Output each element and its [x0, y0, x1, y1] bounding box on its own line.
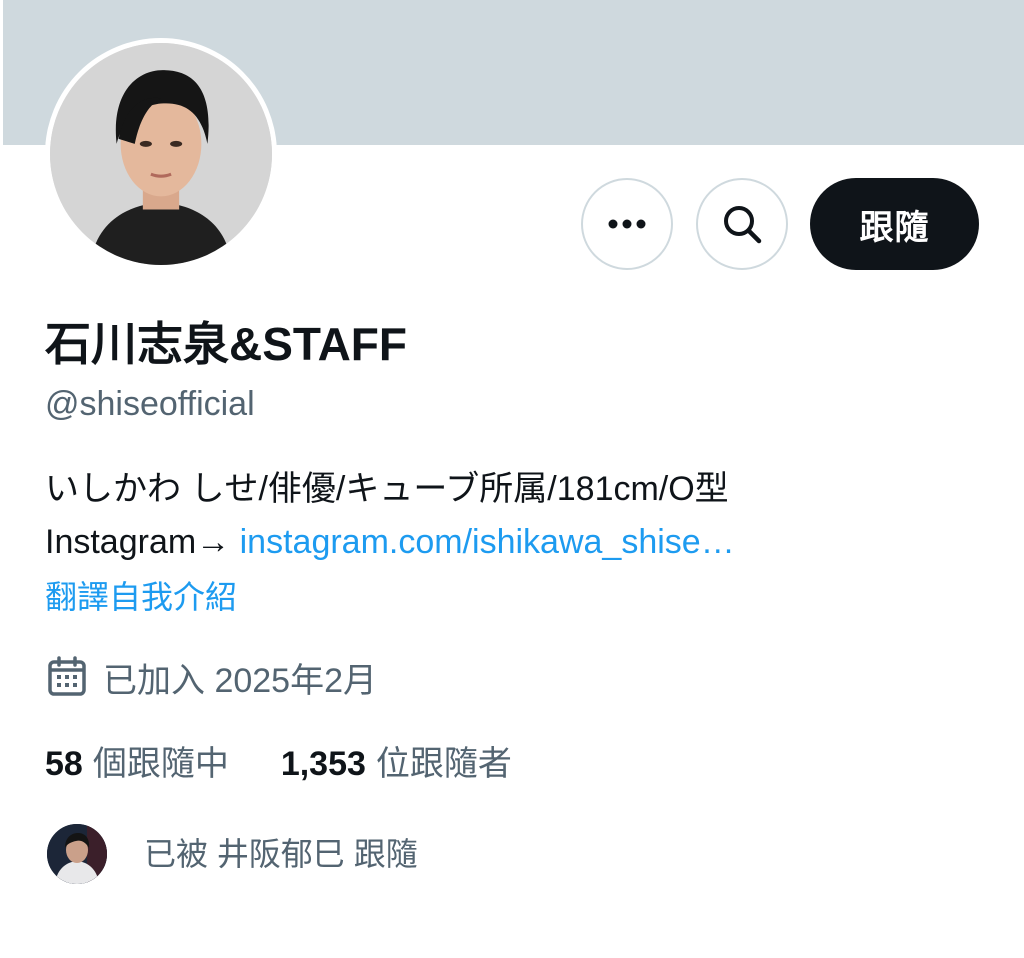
followers-count: 1,353: [280, 745, 366, 783]
bio-instagram-line: Instagram→ instagram.com/ishikawa_shise…: [45, 519, 735, 565]
followed-by-row[interactable]: 已被 井阪郁巳 跟隨: [45, 822, 418, 886]
follow-button[interactable]: 跟隨: [810, 178, 979, 270]
avatar-photo: [50, 43, 272, 265]
joined-date: 已加入 2025年2月: [45, 654, 377, 700]
display-name: 石川志泉&STAFF: [45, 318, 408, 370]
following-label: 個跟隨中: [92, 745, 229, 783]
bio-text: いしかわ しせ/俳優/キューブ所属/181cm/O型: [45, 470, 729, 508]
profile-handle: @shiseofficial: [45, 385, 255, 423]
profile-page: 跟隨 石川志泉&STAFF @shiseofficial いしかわ しせ/俳優/…: [0, 0, 1024, 958]
following-count: 58: [45, 745, 83, 783]
calendar-icon: [48, 656, 86, 696]
translate-bio-link[interactable]: 翻譯自我介紹: [45, 575, 237, 619]
more-options-button[interactable]: [581, 178, 673, 270]
following-stat-link[interactable]: 58 個跟隨中: [45, 741, 229, 787]
search-icon: [724, 206, 762, 244]
bio-instagram-link[interactable]: instagram.com/ishikawa_shise…: [240, 523, 735, 561]
bio-instagram-label: Instagram→: [45, 523, 240, 561]
followed-by-text: 已被 井阪郁巳 跟隨: [144, 836, 418, 872]
avatar-portrait-image: [50, 43, 272, 265]
follower-avatar-image: [47, 824, 107, 884]
followers-label: 位跟隨者: [375, 745, 512, 783]
follow-stats: 58 個跟隨中 1,353 位跟隨者: [45, 741, 512, 787]
profile-avatar[interactable]: [45, 38, 277, 270]
followers-stat-link[interactable]: 1,353 位跟隨者: [281, 741, 512, 787]
more-icon: [608, 219, 646, 229]
search-profile-button[interactable]: [696, 178, 788, 270]
follower-avatar: [45, 822, 109, 886]
joined-text: 已加入 2025年2月: [103, 661, 377, 700]
